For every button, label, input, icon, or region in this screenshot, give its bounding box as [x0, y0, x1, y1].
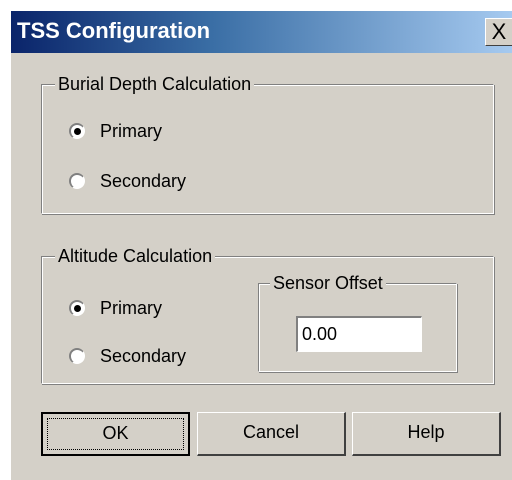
- altitude-secondary-label[interactable]: Secondary: [100, 345, 186, 367]
- sensor-offset-label: Sensor Offset: [270, 272, 386, 294]
- burial-primary-radio[interactable]: [69, 123, 85, 139]
- ok-button[interactable]: OK: [41, 412, 190, 456]
- altitude-group-label: Altitude Calculation: [55, 245, 216, 267]
- close-button[interactable]: X: [485, 18, 512, 46]
- burial-secondary-radio[interactable]: [69, 173, 85, 189]
- burial-primary-label[interactable]: Primary: [100, 120, 162, 142]
- burial-secondary-label[interactable]: Secondary: [100, 170, 186, 192]
- dialog-window: TSS Configuration X Burial Depth Calcula…: [10, 10, 512, 480]
- window-title: TSS Configuration: [17, 18, 211, 43]
- altitude-secondary-radio[interactable]: [69, 348, 85, 364]
- help-button[interactable]: Help: [352, 412, 501, 456]
- close-icon: X: [491, 19, 507, 44]
- burial-depth-group: [41, 84, 494, 214]
- altitude-primary-radio[interactable]: [69, 300, 85, 316]
- cancel-button[interactable]: Cancel: [197, 412, 346, 456]
- radio-selected-dot: [74, 128, 81, 135]
- burial-depth-group-label: Burial Depth Calculation: [55, 73, 255, 95]
- altitude-primary-label[interactable]: Primary: [100, 297, 162, 319]
- focus-rectangle: [47, 418, 184, 450]
- sensor-offset-input[interactable]: [296, 316, 422, 352]
- title-bar[interactable]: TSS Configuration X: [11, 11, 512, 53]
- radio-selected-dot: [74, 305, 81, 312]
